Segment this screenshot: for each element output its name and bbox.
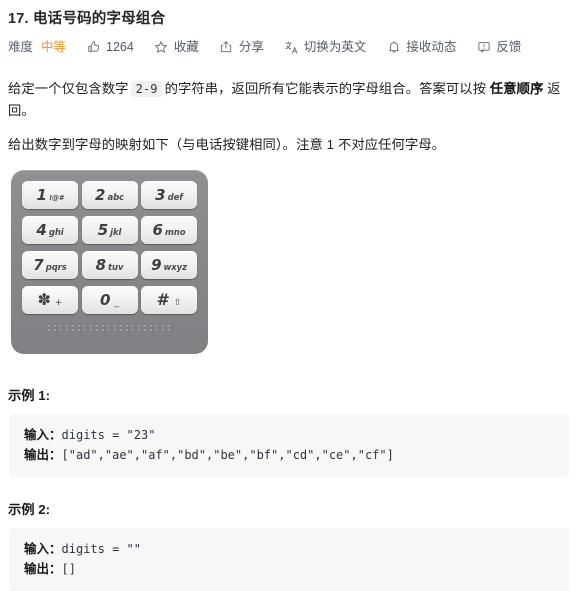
keypad-speaker-grille: [22, 321, 197, 335]
translate-button[interactable]: 切换为英文: [284, 38, 367, 56]
example-1-output-line: 输出：["ad","ae","af","bd","be","bf","cd","…: [24, 445, 555, 465]
problem-page: 17. 电话号码的字母组合 难度 中等 1264 收藏 分享 切换为英文 接收动…: [0, 0, 579, 591]
favorite-label: 收藏: [173, 40, 199, 54]
difficulty-value: 中等: [41, 40, 67, 54]
subscribe-button[interactable]: 接收动态: [386, 38, 456, 56]
keypad-row: 1 !@# 2 abc 3 def: [22, 181, 197, 209]
output-label: 输出：: [24, 562, 62, 576]
desc-p1-part-a: 给定一个仅包含数字: [8, 81, 129, 96]
key-subglyph: ⇧: [173, 298, 182, 308]
subscribe-label: 接收动态: [406, 40, 457, 54]
key-digit: 9: [151, 255, 162, 274]
share-button[interactable]: 分享: [219, 38, 264, 56]
key-subglyph: +: [54, 298, 63, 308]
key-letters: def: [167, 192, 183, 203]
feedback-icon: [476, 40, 491, 55]
key-letters: jkl: [110, 227, 122, 238]
output-value: []: [61, 562, 76, 576]
keypad-key-6[interactable]: 6 mno: [141, 216, 197, 244]
like-button[interactable]: 1264: [86, 38, 134, 56]
keypad-row: ✽ + 0 _ # ⇧: [22, 286, 197, 314]
key-letters: mno: [164, 227, 186, 238]
key-glyph: #: [156, 290, 170, 309]
key-digit: 3: [155, 185, 166, 204]
input-label: 输入：: [24, 542, 62, 556]
desc-p1-part-b: 的字符串，返回所有它能表示的字母组合。答案可以按: [164, 81, 487, 96]
keypad-key-5[interactable]: 5 jkl: [81, 216, 138, 244]
keypad-key-7[interactable]: 7 pqrs: [22, 251, 78, 279]
key-letters: abc: [107, 192, 124, 203]
favorite-button[interactable]: 收藏: [154, 38, 199, 56]
description-paragraph-1: 给定一个仅包含数字 2-9 的字符串，返回所有它能表示的字母组合。答案可以按 任意顺…: [0, 78, 579, 122]
star-icon: [154, 40, 169, 55]
key-letters: tuv: [108, 262, 124, 273]
key-digit: 6: [152, 220, 163, 239]
example-2-output-line: 输出：[]: [24, 559, 555, 579]
key-digit: 4: [36, 220, 47, 239]
key-digit: 8: [95, 255, 107, 274]
key-digit: 5: [97, 220, 109, 239]
share-icon: [219, 40, 234, 55]
key-letters: wxyz: [163, 262, 188, 273]
inline-code-digit-range: 2-9: [130, 81, 163, 97]
output-label: 输出：: [24, 448, 62, 462]
difficulty-label: 难度: [8, 40, 34, 54]
page-title: 17. 电话号码的字母组合: [8, 11, 166, 27]
keypad-key-8[interactable]: 8 tuv: [81, 251, 138, 279]
keypad-key-3[interactable]: 3 def: [141, 181, 197, 209]
translate-icon: [284, 40, 299, 55]
key-letters: pqrs: [45, 262, 67, 273]
example-1-input-line: 输入：digits = "23": [24, 425, 555, 445]
phone-keypad-figure: 1 !@# 2 abc 3 def 4 ghi 5 jkl 6 mno 7 pq…: [0, 170, 579, 354]
share-label: 分享: [238, 40, 264, 54]
feedback-button[interactable]: 反馈: [476, 38, 521, 56]
bell-icon: [386, 40, 401, 55]
key-letters: ghi: [48, 227, 64, 238]
keypad-row: 7 pqrs 8 tuv 9 wxyz: [22, 251, 197, 279]
feedback-label: 反馈: [496, 40, 522, 54]
key-digit: 1: [36, 185, 47, 204]
difficulty-indicator: 难度 中等: [8, 38, 66, 56]
keypad-key-star[interactable]: ✽ +: [22, 286, 78, 314]
key-letters: !@#: [48, 193, 64, 202]
keypad-key-0[interactable]: 0 _: [81, 286, 138, 314]
key-digit: 2: [95, 185, 106, 204]
input-value: digits = "": [61, 542, 141, 556]
keypad-key-1[interactable]: 1 !@#: [22, 181, 78, 209]
input-value: digits = "23": [61, 428, 156, 442]
key-glyph: ✽: [37, 290, 51, 309]
example-1-title: 示例 1:: [8, 388, 51, 403]
example-2-input-line: 输入：digits = "": [24, 539, 555, 559]
desc-p1-emphasis: 任意顺序: [489, 81, 544, 96]
output-value: ["ad","ae","af","bd","be","bf","cd","ce"…: [61, 448, 394, 462]
phone-keypad: 1 !@# 2 abc 3 def 4 ghi 5 jkl 6 mno 7 pq…: [11, 170, 208, 354]
example-2-title: 示例 2:: [8, 502, 51, 517]
like-count: 1264: [106, 40, 134, 54]
keypad-key-2[interactable]: 2 abc: [81, 181, 138, 209]
speaker-dots: [47, 325, 172, 332]
keypad-key-9[interactable]: 9 wxyz: [141, 251, 197, 279]
key-digit: 7: [33, 255, 44, 274]
input-label: 输入：: [24, 428, 62, 442]
translate-label: 切换为英文: [303, 40, 367, 54]
example-1-codeblock: 输入：digits = "23" 输出：["ad","ae","af","bd"…: [10, 414, 569, 477]
keypad-key-hash[interactable]: # ⇧: [141, 286, 197, 314]
key-digit: 0: [100, 290, 111, 309]
description-paragraph-2: 给出数字到字母的映射如下（与电话按键相同）。注意 1 不对应任何字母。: [8, 137, 446, 152]
keypad-key-4[interactable]: 4 ghi: [22, 216, 78, 244]
key-subglyph: _: [114, 297, 119, 308]
keypad-row: 4 ghi 5 jkl 6 mno: [22, 216, 197, 244]
thumbs-up-icon: [86, 40, 101, 55]
problem-meta-toolbar: 难度 中等 1264 收藏 分享 切换为英文 接收动态 反馈: [0, 29, 579, 56]
